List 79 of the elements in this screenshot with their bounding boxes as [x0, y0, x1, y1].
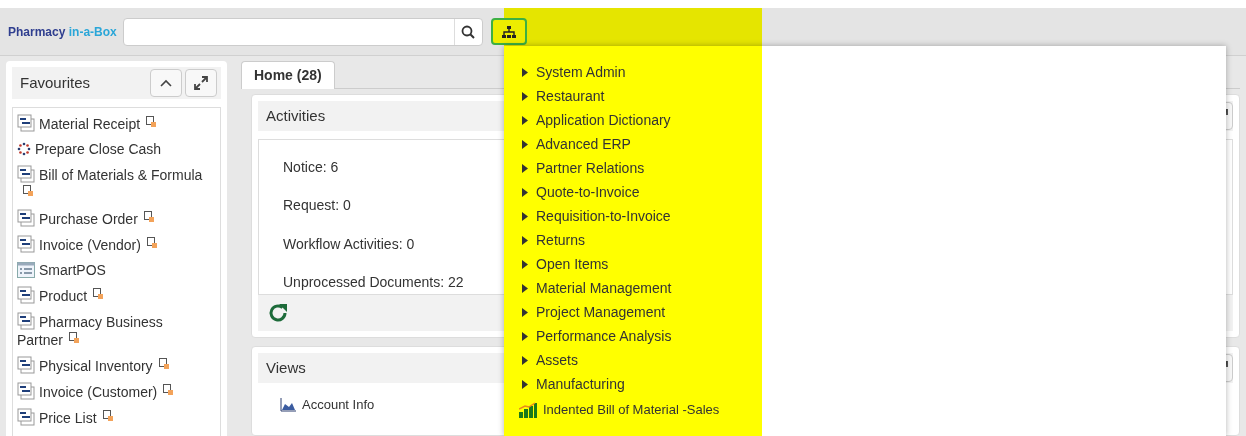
- window-icon: [17, 235, 35, 253]
- window-icon: [17, 312, 35, 330]
- favourite-item[interactable]: Material Receipt: [17, 114, 216, 133]
- triangle-icon: [522, 91, 528, 101]
- panel-title: Views: [266, 357, 306, 378]
- window-icon: [17, 286, 35, 304]
- new-window-icon[interactable]: [68, 332, 79, 343]
- window-icon: [17, 408, 35, 426]
- window-icon: [17, 382, 35, 400]
- menu-folder[interactable]: Material Management: [522, 276, 672, 300]
- triangle-icon: [522, 139, 528, 149]
- menu-folder[interactable]: Open Items: [522, 252, 609, 276]
- triangle-icon: [522, 187, 528, 197]
- triangle-icon: [522, 307, 528, 317]
- activity-link[interactable]: Workflow Activities: 0: [283, 225, 415, 264]
- view-link[interactable]: Account Info: [302, 395, 375, 415]
- menu-folder[interactable]: Quote-to-Invoice: [522, 180, 640, 204]
- search-field[interactable]: [122, 17, 483, 46]
- new-window-icon[interactable]: [146, 237, 157, 248]
- triangle-icon: [522, 283, 528, 293]
- area-chart-icon: [280, 397, 296, 412]
- menu-folder[interactable]: Restaurant: [522, 84, 605, 108]
- favourite-item[interactable]: Product: [17, 286, 216, 305]
- triangle-icon: [522, 331, 528, 341]
- new-window-icon[interactable]: [146, 116, 157, 127]
- new-window-icon[interactable]: [23, 185, 33, 196]
- activity-link[interactable]: Unprocessed Documents: 22: [283, 263, 464, 302]
- new-window-icon[interactable]: [143, 211, 154, 222]
- menu-report[interactable]: Indented Bill of Material -Sales: [519, 396, 720, 424]
- window-icon: [17, 209, 35, 227]
- triangle-icon: [522, 163, 528, 173]
- new-window-icon[interactable]: [102, 410, 113, 421]
- favourite-item[interactable]: Invoice (Customer): [17, 382, 216, 401]
- expand-button[interactable]: [185, 69, 217, 97]
- triangle-icon: [522, 379, 528, 389]
- app-logo: Pharmacy in-a-Box: [8, 23, 117, 41]
- menu-folder[interactable]: Application Dictionary: [522, 108, 671, 132]
- new-window-icon[interactable]: [163, 384, 174, 395]
- panel-title: Activities: [266, 105, 326, 126]
- menu-folder[interactable]: Project Management: [522, 300, 666, 324]
- tab[interactable]: Home (28): [241, 61, 335, 89]
- triangle-icon: [522, 235, 528, 245]
- bar-chart-icon: [519, 402, 537, 418]
- favourite-item[interactable]: Prepare Close Cash: [17, 140, 216, 158]
- menu-folder[interactable]: Requisition-to-Invoice: [522, 204, 671, 228]
- menu-folder[interactable]: Assets: [522, 348, 578, 372]
- menu-folder[interactable]: Partner Relations: [522, 156, 645, 180]
- favourite-item[interactable]: Invoice (Vendor): [17, 235, 216, 254]
- menu-folder[interactable]: System Admin: [522, 60, 626, 84]
- panel-title: Favourites: [20, 72, 91, 93]
- favourite-item[interactable]: Bill of Materials & Formula: [17, 165, 216, 202]
- triangle-icon: [522, 259, 528, 269]
- spinner-icon: [17, 142, 31, 156]
- favourite-item[interactable]: Physical Inventory: [17, 356, 216, 375]
- triangle-icon: [522, 115, 528, 125]
- triangle-icon: [522, 355, 528, 365]
- new-window-icon[interactable]: [158, 358, 169, 369]
- search-icon: [461, 24, 476, 39]
- favourite-item[interactable]: SmartPOS: [17, 261, 216, 279]
- activity-link[interactable]: Request: 0: [283, 186, 351, 225]
- window-icon: [17, 165, 35, 183]
- menu-folder[interactable]: Advanced ERP: [522, 132, 631, 156]
- triangle-icon: [522, 211, 528, 221]
- window-icon: [17, 114, 35, 132]
- favourite-item[interactable]: Pharmacy Business Partner: [17, 312, 216, 349]
- activity-link[interactable]: Notice: 6: [283, 148, 339, 187]
- chevron-up-icon: [160, 79, 172, 87]
- favourite-item[interactable]: Purchase Order: [17, 209, 216, 228]
- menu-tree-button[interactable]: [490, 18, 527, 45]
- new-window-icon[interactable]: [93, 288, 104, 299]
- hierarchy-icon: [501, 25, 516, 38]
- menu-folder[interactable]: Performance Analysis: [522, 324, 672, 348]
- favourite-item[interactable]: Price List: [17, 408, 216, 427]
- menu-folder[interactable]: Manufacturing: [522, 372, 625, 396]
- form-icon: [17, 262, 35, 278]
- triangle-icon: [522, 67, 528, 77]
- expand-icon: [194, 76, 208, 90]
- menu-folder[interactable]: Returns: [522, 228, 586, 252]
- window-icon: [17, 356, 35, 374]
